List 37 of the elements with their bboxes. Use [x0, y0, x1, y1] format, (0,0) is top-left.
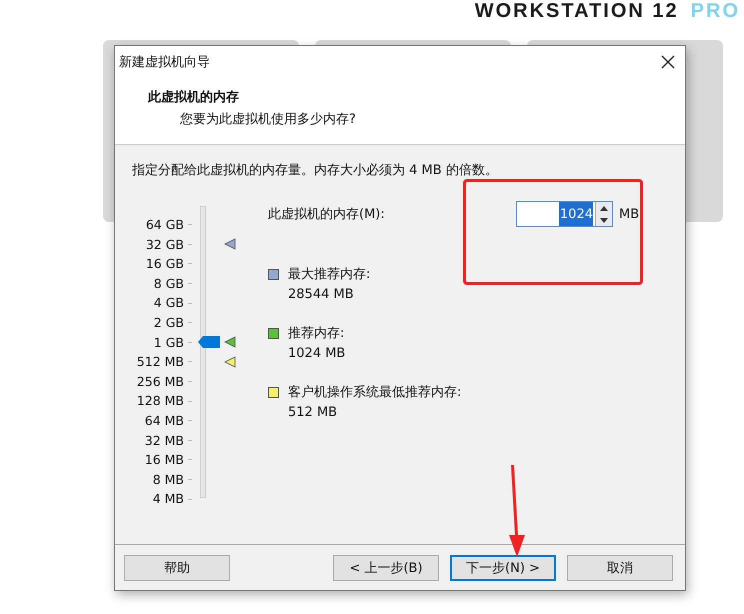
brand-title: WORKSTATION 12	[474, 0, 679, 23]
scale-label: 32 GB	[146, 236, 184, 254]
legend-label: 最大推荐内存:	[288, 266, 370, 283]
slider-track[interactable]	[200, 206, 206, 498]
wizard-button[interactable]: 下一步(N) >	[450, 554, 556, 580]
scale-label: 8 GB	[154, 274, 184, 293]
scale-label: 8 MB	[152, 470, 184, 489]
wizard-button[interactable]: 取消	[567, 554, 673, 580]
scale-label: 256 MB	[136, 372, 184, 391]
wizard-button[interactable]: < 上一步(B)	[333, 554, 439, 580]
page-heading: 此虚拟机的内存	[148, 88, 240, 106]
scale-label: 32 MB	[144, 432, 184, 450]
instruction-text: 指定分配给此虚拟机的内存量。内存大小必须为 4 MB 的倍数。	[132, 162, 499, 179]
scale-label: 1 GB	[154, 334, 184, 352]
scale-label: 16 MB	[144, 451, 184, 470]
close-icon[interactable]	[661, 55, 675, 69]
scale-label: 2 GB	[154, 314, 184, 332]
wizard-button[interactable]: 帮助	[124, 554, 230, 580]
page-subheading: 您要为此虚拟机使用多少内存?	[179, 111, 357, 128]
memory-spinbox[interactable]: 1024	[516, 201, 613, 227]
slider-thumb[interactable]	[198, 336, 220, 348]
scale-label: 64 MB	[144, 412, 184, 430]
scale-label: 512 MB	[136, 353, 184, 372]
scale-label: 64 GB	[146, 216, 184, 234]
scale-label: 4 GB	[154, 294, 184, 312]
legend-value: 28544 MB	[288, 287, 355, 302]
unit-label: MB	[619, 206, 640, 222]
scale-label: 16 GB	[146, 255, 184, 274]
brand-edition: PRO	[690, 0, 740, 23]
legend-value: 1024 MB	[288, 346, 346, 361]
scale-label: 4 MB	[152, 490, 184, 508]
scale-label: 128 MB	[136, 392, 184, 410]
legend-label: 客户机操作系统最低推荐内存:	[288, 384, 462, 401]
legend-label: 推荐内存:	[288, 325, 346, 342]
legend-value: 512 MB	[288, 405, 338, 420]
window-title: 新建虚拟机向导	[119, 54, 210, 71]
memory-label: 此虚拟机的内存(M):	[268, 206, 386, 223]
